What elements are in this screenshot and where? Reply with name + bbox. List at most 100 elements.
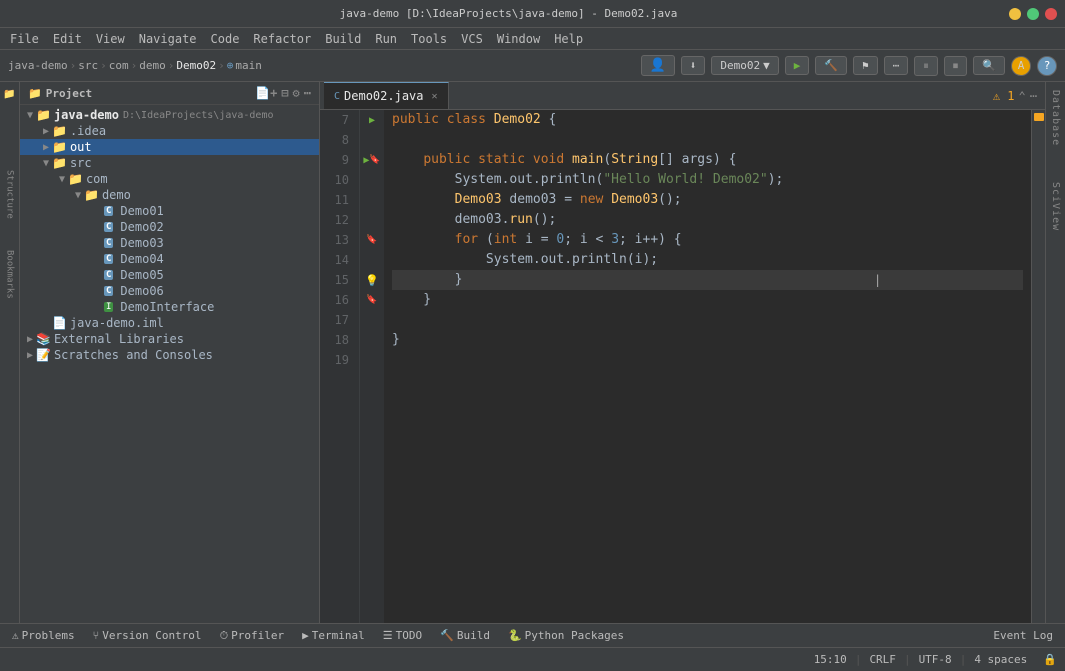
code-line-8 <box>392 130 1023 150</box>
encoding[interactable]: UTF-8 <box>919 653 952 666</box>
bookmarks-icon[interactable]: Bookmarks <box>2 266 18 282</box>
breadcrumb-project[interactable]: java-demo <box>8 59 68 72</box>
bottom-tab-todo[interactable]: ☰ TODO <box>375 627 430 644</box>
menu-view[interactable]: View <box>90 30 131 48</box>
indent[interactable]: 4 spaces <box>974 653 1027 666</box>
minimize-button[interactable] <box>1009 8 1021 20</box>
tree-item-demo03[interactable]: C Demo03 <box>20 235 319 251</box>
run-button[interactable]: ▶ <box>785 56 810 75</box>
menu-run[interactable]: Run <box>369 30 403 48</box>
maximize-button[interactable] <box>1027 8 1039 20</box>
profiler-label: Profiler <box>231 629 284 642</box>
folder-icon: 📁 <box>28 87 42 100</box>
line-7: 7 <box>320 110 353 130</box>
tree-item-demo01[interactable]: C Demo01 <box>20 203 319 219</box>
search-button[interactable]: 🔍 <box>973 56 1005 75</box>
gutter: ▶ ▶ 🔖 🔖 💡 🔖 <box>360 110 384 623</box>
stop-button[interactable]: ⏹ <box>944 56 968 76</box>
breadcrumb-demo02[interactable]: Demo02 <box>176 59 216 72</box>
breadcrumb-main-label[interactable]: main <box>235 59 262 72</box>
structure-icon[interactable]: Structure <box>2 186 18 202</box>
build-button[interactable]: 🔨 <box>815 56 847 75</box>
tree-item-demo02[interactable]: C Demo02 <box>20 219 319 235</box>
code-line-10: System.out.println("Hello World! Demo02"… <box>392 170 1023 190</box>
tree-root: ▼ 📁 java-demo D:\IdeaProjects\java-demo … <box>20 105 319 365</box>
breadcrumb-main[interactable]: ⊕ <box>227 59 234 72</box>
bottom-tab-terminal[interactable]: ▶ Terminal <box>294 627 373 644</box>
menu-vcs[interactable]: VCS <box>455 30 489 48</box>
problems-icon: ⚠ <box>12 629 19 642</box>
breadcrumb-demo[interactable]: demo <box>139 59 166 72</box>
add-file-icon[interactable]: 📄+ <box>255 86 277 100</box>
breadcrumb-com[interactable]: com <box>109 59 129 72</box>
profile-button[interactable]: 👤 <box>641 55 675 76</box>
project-icon[interactable]: 📁 <box>2 86 18 102</box>
menu-refactor[interactable]: Refactor <box>247 30 317 48</box>
tree-item-root[interactable]: ▼ 📁 java-demo D:\IdeaProjects\java-demo <box>20 107 319 123</box>
sidebar-title: Project <box>46 87 92 100</box>
menu-edit[interactable]: Edit <box>47 30 88 48</box>
coverage-button[interactable]: ⚑ <box>853 56 878 75</box>
editor-tab-demo02[interactable]: C Demo02.java ✕ <box>324 82 449 109</box>
tab-label: Demo02.java <box>344 89 423 103</box>
breadcrumb-src[interactable]: src <box>78 59 98 72</box>
sciview-tab[interactable]: SciView <box>1048 178 1063 235</box>
toolbar: java-demo › src › com › demo › Demo02 › … <box>0 50 1065 82</box>
tree-item-src[interactable]: ▼ 📁 src <box>20 155 319 171</box>
database-tab[interactable]: Database <box>1048 86 1063 150</box>
more-run-button[interactable]: ⋯ <box>884 56 909 75</box>
menu-tools[interactable]: Tools <box>405 30 453 48</box>
tree-item-demo06[interactable]: C Demo06 <box>20 283 319 299</box>
code-content[interactable]: public class Demo02 { public static void… <box>384 110 1031 623</box>
bookmark-16[interactable]: 🔖 <box>366 295 377 305</box>
sidebar-header: 📁 Project 📄+ ⊟ ⚙ ⋯ <box>20 82 319 105</box>
line-ending[interactable]: CRLF <box>869 653 896 666</box>
tree-item-demo[interactable]: ▼ 📁 demo <box>20 187 319 203</box>
dropdown-icon: ▼ <box>763 59 770 72</box>
tree-item-demo05[interactable]: C Demo05 <box>20 267 319 283</box>
right-scroll-gutter[interactable] <box>1031 110 1045 623</box>
menu-window[interactable]: Window <box>491 30 546 48</box>
expand-tab-icon[interactable]: ⌃ <box>1019 89 1026 103</box>
bottom-tab-build[interactable]: 🔨 Build <box>432 627 498 644</box>
event-log-label[interactable]: Event Log <box>993 629 1053 642</box>
bottom-tab-problems[interactable]: ⚠ Problems <box>4 627 83 644</box>
tree-item-demo04[interactable]: C Demo04 <box>20 251 319 267</box>
tree-item-idea[interactable]: ▶ 📁 .idea <box>20 123 319 139</box>
line-13: 13 <box>320 230 353 250</box>
tree-item-demointerface[interactable]: I DemoInterface <box>20 299 319 315</box>
tree-item-ext-libs[interactable]: ▶ 📚 External Libraries <box>20 331 319 347</box>
settings-icon[interactable]: ⚙ <box>293 86 300 100</box>
status-bar: 15:10 | CRLF | UTF-8 | 4 spaces 🔒 <box>0 647 1065 671</box>
menu-code[interactable]: Code <box>205 30 246 48</box>
bookmark-9[interactable]: 🔖 <box>369 155 380 165</box>
help-button[interactable]: ? <box>1037 56 1057 76</box>
tree-item-iml[interactable]: 📄 java-demo.iml <box>20 315 319 331</box>
editor-tabs: C Demo02.java ✕ ⚠ 1 ⌃ ⋯ <box>320 82 1045 110</box>
tree-item-com[interactable]: ▼ 📁 com <box>20 171 319 187</box>
gutter-8 <box>360 130 384 150</box>
bookmark-13[interactable]: 🔖 <box>366 235 377 245</box>
tree-item-out[interactable]: ▶ 📁 out <box>20 139 319 155</box>
gutter-12 <box>360 210 384 230</box>
vcs-update-button[interactable]: ⬇ <box>681 56 706 75</box>
tree-item-scratches[interactable]: ▶ 📝 Scratches and Consoles <box>20 347 319 363</box>
bottom-tab-vcs[interactable]: ⑂ Version Control <box>85 627 210 644</box>
warning-15[interactable]: 💡 <box>365 274 379 287</box>
bottom-tab-profiler[interactable]: ⏱ Profiler <box>212 627 293 645</box>
tab-close-icon[interactable]: ✕ <box>432 91 438 102</box>
suspend-button[interactable]: ⏸ <box>914 56 938 76</box>
menu-help[interactable]: Help <box>548 30 589 48</box>
more-tabs-icon[interactable]: ⋯ <box>1030 89 1037 103</box>
collapse-all-icon[interactable]: ⊟ <box>281 86 288 100</box>
user-icon[interactable]: A <box>1011 56 1031 76</box>
more-icon[interactable]: ⋯ <box>304 86 311 100</box>
close-button[interactable] <box>1045 8 1057 20</box>
menu-file[interactable]: File <box>4 30 45 48</box>
menu-bar: File Edit View Navigate Code Refactor Bu… <box>0 28 1065 50</box>
menu-build[interactable]: Build <box>319 30 367 48</box>
run-config-selector[interactable]: Demo02 ▼ <box>711 56 778 75</box>
run-arrow-7[interactable]: ▶ <box>369 115 375 126</box>
bottom-tab-python[interactable]: 🐍 Python Packages <box>500 627 632 644</box>
menu-navigate[interactable]: Navigate <box>133 30 203 48</box>
